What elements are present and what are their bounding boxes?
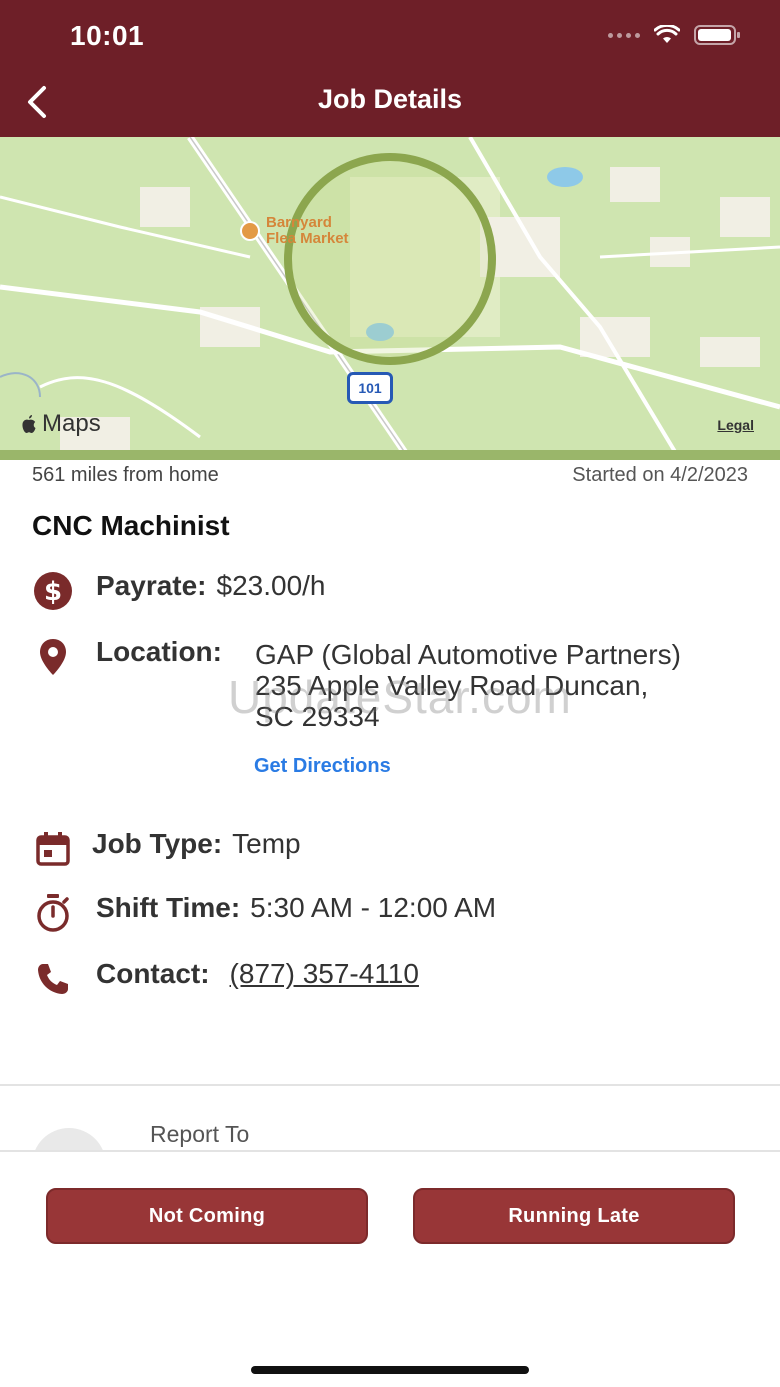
- location-pin-icon: [32, 636, 74, 678]
- distance-text: 561 miles from home: [32, 464, 219, 486]
- job-type-row: Job Type: Temp: [32, 828, 301, 870]
- not-coming-button[interactable]: Not Coming: [46, 1188, 368, 1244]
- dollar-icon: $: [32, 570, 74, 612]
- page-title: Job Details: [317, 84, 463, 114]
- apple-icon: [22, 415, 36, 433]
- legal-link[interactable]: Legal: [717, 417, 754, 433]
- calendar-icon: [32, 828, 74, 870]
- running-late-button[interactable]: Running Late: [413, 1188, 735, 1244]
- poi-marker-icon: [240, 221, 260, 241]
- shift-time-value: 5:30 AM - 12:00 AM: [250, 892, 497, 923]
- bottom-action-bar: [0, 1150, 780, 1387]
- contact-phone-link[interactable]: (877) 357-4110: [230, 958, 419, 990]
- payrate-row: $ Payrate: $23.00/h: [32, 570, 326, 612]
- status-time: 10:01: [70, 20, 145, 51]
- poi-label: Barnyard Flea Market: [266, 214, 349, 247]
- section-divider: [0, 1084, 780, 1086]
- highway-shield: 101: [347, 372, 393, 404]
- stopwatch-icon: [32, 892, 74, 934]
- signal-icon: [608, 32, 640, 38]
- app-header: 10:01 Job Details: [0, 0, 780, 137]
- shift-time-label: Shift Time:: [96, 892, 241, 923]
- battery-icon: [694, 25, 740, 45]
- status-icons: [608, 24, 742, 46]
- home-indicator[interactable]: [251, 1366, 529, 1374]
- phone-icon: [32, 958, 74, 1000]
- contact-row: Contact: (877) 357-4110: [32, 958, 419, 1000]
- location-label: Location:: [96, 636, 222, 667]
- contact-label: Contact:: [96, 958, 210, 989]
- job-title: CNC Machinist: [32, 510, 230, 541]
- maps-attribution: Maps: [20, 410, 101, 438]
- map-view[interactable]: Barnyard Flea Market 101 Maps Legal: [0, 137, 780, 460]
- start-date-text: Started on 4/2/2023: [572, 464, 748, 486]
- job-type-label: Job Type:: [92, 828, 223, 859]
- shift-time-row: Shift Time: 5:30 AM - 12:00 AM: [32, 892, 496, 934]
- map-edge: [0, 450, 780, 460]
- report-to-label: Report To: [150, 1121, 250, 1147]
- payrate-value: $23.00/h: [216, 570, 326, 601]
- payrate-label: Payrate:: [96, 570, 207, 601]
- get-directions-link[interactable]: Get Directions: [254, 755, 391, 778]
- job-type-value: Temp: [232, 828, 301, 859]
- map-tiles: [0, 137, 780, 460]
- location-row: Location:: [32, 636, 232, 678]
- wifi-icon: [654, 25, 680, 43]
- watermark: UpdateStar.com: [228, 671, 572, 723]
- svg-text:$: $: [44, 577, 62, 607]
